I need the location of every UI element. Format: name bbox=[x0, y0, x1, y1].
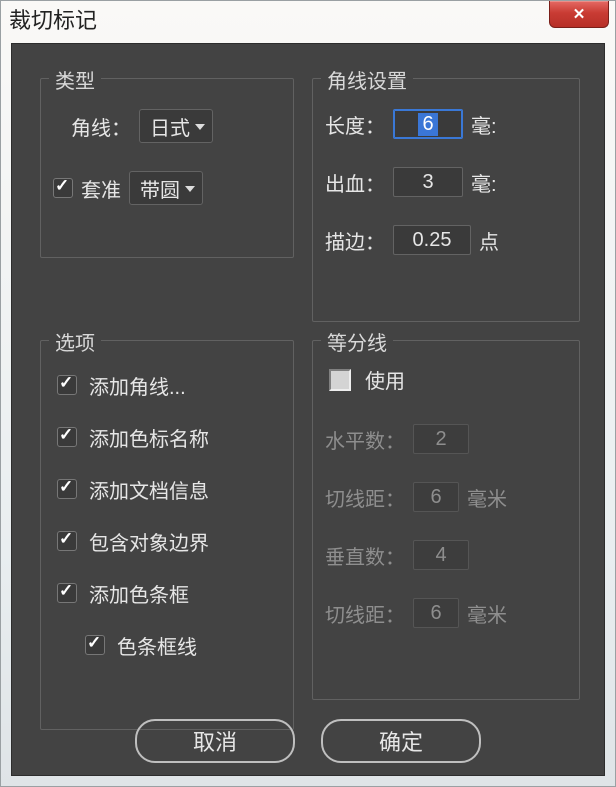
options-panel-title: 选项 bbox=[49, 327, 101, 356]
option-label-1: 添加色标名称 bbox=[89, 423, 209, 452]
hdist-input[interactable]: 6 bbox=[413, 482, 459, 512]
dialog-window: 裁切标记 ✕ 类型 角线： 日式 套准 带圆 角线设置 bbox=[0, 0, 616, 787]
stroke-unit: 点 bbox=[479, 226, 499, 255]
bleed-label: 出血： bbox=[325, 168, 385, 197]
corner-style-select[interactable]: 日式 bbox=[139, 109, 213, 143]
use-division-checkbox[interactable] bbox=[329, 369, 351, 391]
length-label: 长度： bbox=[325, 110, 385, 139]
option-label-3: 包含对象边界 bbox=[89, 527, 209, 556]
corner-settings-panel: 角线设置 长度： 6 毫: 出血： 3 毫: 描边： 0.25 bbox=[312, 78, 580, 322]
options-panel: 选项 添加角线... 添加色标名称 添加文档信息 包含对象边界 添加色条框 bbox=[40, 340, 294, 730]
corner-style-value: 日式 bbox=[150, 112, 190, 141]
corner-style-label: 角线： bbox=[71, 112, 131, 141]
hdist-value: 6 bbox=[430, 486, 441, 509]
vdist-label: 切线距： bbox=[325, 599, 405, 628]
stroke-label: 描边： bbox=[325, 226, 385, 255]
option-row-4: 添加色条框 bbox=[57, 567, 277, 619]
registration-label: 套准 bbox=[81, 174, 121, 203]
option-label-4: 添加色条框 bbox=[89, 579, 189, 608]
length-unit: 毫: bbox=[471, 110, 497, 139]
type-panel: 类型 角线： 日式 套准 带圆 bbox=[40, 78, 294, 258]
option-sub-label: 色条框线 bbox=[117, 631, 197, 660]
hcount-value: 2 bbox=[435, 428, 446, 451]
option-row-1: 添加色标名称 bbox=[57, 411, 277, 463]
division-panel-title: 等分线 bbox=[321, 327, 393, 356]
vdist-input[interactable]: 6 bbox=[413, 598, 459, 628]
cancel-button[interactable]: 取消 bbox=[135, 719, 295, 763]
option-row-2: 添加文档信息 bbox=[57, 463, 277, 515]
registration-checkbox[interactable] bbox=[53, 178, 73, 198]
bleed-input[interactable]: 3 bbox=[393, 167, 463, 197]
option-subrow: 色条框线 bbox=[85, 619, 277, 671]
option-row-0: 添加角线... bbox=[57, 359, 277, 411]
title-bar: 裁切标记 ✕ bbox=[1, 1, 615, 41]
option-checkbox-4[interactable] bbox=[57, 583, 77, 603]
hdist-unit: 毫米 bbox=[467, 483, 507, 512]
close-button[interactable]: ✕ bbox=[549, 1, 609, 28]
hdist-label: 切线距： bbox=[325, 483, 405, 512]
option-row-3: 包含对象边界 bbox=[57, 515, 277, 567]
length-input[interactable]: 6 bbox=[393, 109, 463, 139]
registration-select[interactable]: 带圆 bbox=[129, 171, 203, 205]
option-label-0: 添加角线... bbox=[89, 371, 186, 400]
vdist-value: 6 bbox=[430, 602, 441, 625]
vcount-label: 垂直数： bbox=[325, 541, 405, 570]
use-division-label: 使用 bbox=[365, 365, 405, 394]
option-label-2: 添加文档信息 bbox=[89, 475, 209, 504]
dialog-body: 类型 角线： 日式 套准 带圆 角线设置 长度： 6 bbox=[11, 43, 605, 776]
option-sub-checkbox[interactable] bbox=[85, 635, 105, 655]
dialog-title: 裁切标记 bbox=[9, 1, 97, 41]
bleed-value: 3 bbox=[422, 171, 433, 194]
stroke-input[interactable]: 0.25 bbox=[393, 225, 471, 255]
length-value: 6 bbox=[418, 113, 437, 136]
vcount-input[interactable]: 4 bbox=[413, 540, 469, 570]
corner-settings-title: 角线设置 bbox=[321, 65, 413, 94]
option-checkbox-2[interactable] bbox=[57, 479, 77, 499]
type-panel-title: 类型 bbox=[49, 65, 101, 94]
ok-button[interactable]: 确定 bbox=[321, 719, 481, 763]
vcount-value: 4 bbox=[435, 544, 446, 567]
division-panel: 等分线 使用 水平数： 2 切线距： 6 毫米 垂直数： bbox=[312, 340, 580, 700]
bleed-unit: 毫: bbox=[471, 168, 497, 197]
registration-value: 带圆 bbox=[140, 174, 180, 203]
option-checkbox-0[interactable] bbox=[57, 375, 77, 395]
button-bar: 取消 确定 bbox=[12, 719, 604, 763]
hcount-input[interactable]: 2 bbox=[413, 424, 469, 454]
close-icon: ✕ bbox=[573, 5, 586, 23]
option-checkbox-3[interactable] bbox=[57, 531, 77, 551]
hcount-label: 水平数： bbox=[325, 425, 405, 454]
option-checkbox-1[interactable] bbox=[57, 427, 77, 447]
stroke-value: 0.25 bbox=[413, 229, 452, 252]
vdist-unit: 毫米 bbox=[467, 599, 507, 628]
